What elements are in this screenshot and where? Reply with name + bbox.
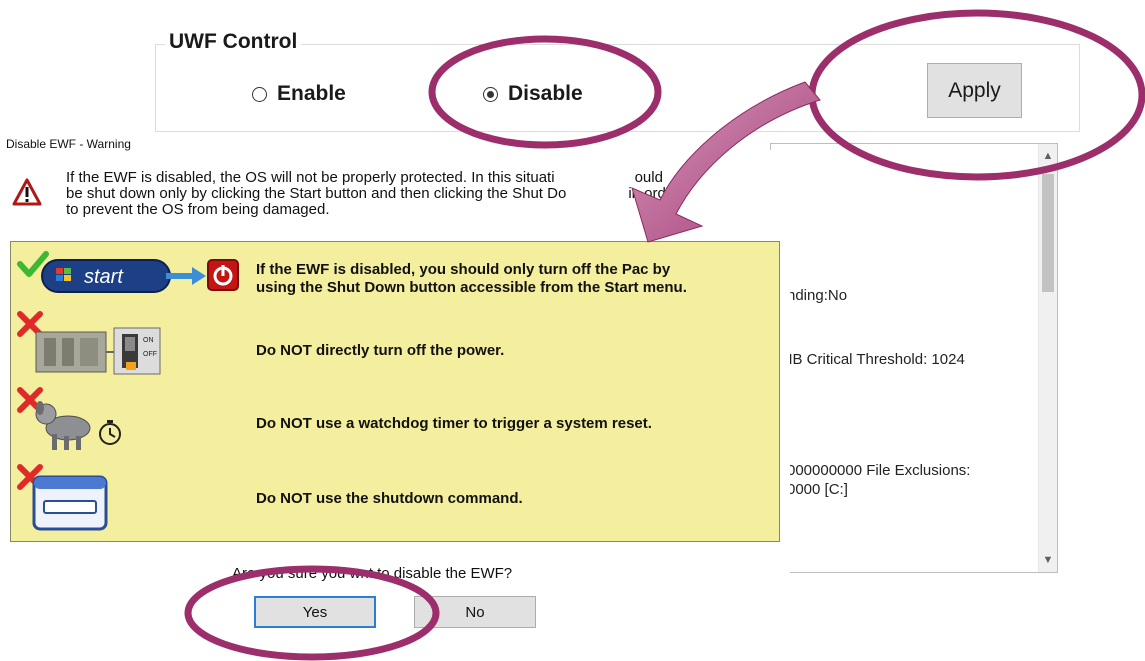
start-label: start xyxy=(84,266,124,288)
shutdown-command-illustration xyxy=(17,464,108,531)
device-icon xyxy=(35,331,107,373)
radio-unchecked-icon xyxy=(252,86,267,102)
instruction-line: using the Shut Down button accessible fr… xyxy=(256,279,687,296)
enable-radio[interactable]: Enable xyxy=(252,82,346,106)
disable-radio-label: Disable xyxy=(508,82,583,105)
start-menu-shutdown-illustration: start xyxy=(17,251,239,293)
warning-icon xyxy=(12,178,42,206)
power-icon xyxy=(207,259,239,291)
dialog-title: Disable EWF - Warning xyxy=(6,137,131,151)
warning-line: in order xyxy=(628,185,680,202)
instruction-line: If the EWF is disabled, you should only … xyxy=(256,261,671,278)
confirm-fragment: A xyxy=(232,565,243,582)
x-mark-icon xyxy=(17,311,43,337)
yes-button[interactable]: Yes xyxy=(254,596,376,628)
disable-radio[interactable]: Disable xyxy=(483,82,583,106)
uwf-control-title: UWF Control xyxy=(165,30,302,54)
instruction-shutdown-via-start: If the EWF is disabled, you should only … xyxy=(256,261,687,297)
apply-button[interactable]: Apply xyxy=(927,63,1022,118)
status-line: 0000 [C:] xyxy=(787,481,848,498)
confirm-fragment: re you sure you w xyxy=(242,565,361,582)
warning-line: If the EWF is disabled, the OS will not … xyxy=(66,169,555,186)
no-button[interactable]: No xyxy=(414,596,536,628)
status-line: nding:No xyxy=(787,287,848,304)
watchdog-timer-illustration xyxy=(17,387,121,450)
status-line: 000000000 File Exclusions: xyxy=(787,462,971,479)
confirm-question: Are you sure you wnt to disable the EWF? xyxy=(232,565,512,582)
timer-icon xyxy=(99,420,121,445)
warning-line: ould xyxy=(634,169,663,186)
switch-on-label: ON xyxy=(143,337,154,344)
confirm-fragment: nt to disable the EWF? xyxy=(360,565,513,582)
instruction-no-watchdog: Do NOT use a watchdog timer to trigger a… xyxy=(256,415,652,432)
enable-radio-label: Enable xyxy=(277,82,346,105)
warning-line: to prevent the OS from being damaged. xyxy=(66,201,330,218)
command-window-icon xyxy=(32,475,108,531)
warning-message: If the EWF is disabled, the OS will not … xyxy=(66,170,766,218)
dog-icon xyxy=(35,401,91,450)
arrow-right-icon xyxy=(166,267,206,285)
power-switch-illustration: ON OFF xyxy=(17,311,161,375)
scrollbar-thumb[interactable] xyxy=(1042,174,1054,292)
status-line: MB Critical Threshold: 1024 xyxy=(780,351,965,368)
instruction-no-power-off: Do NOT directly turn off the power. xyxy=(256,342,505,359)
vertical-scrollbar[interactable]: ▲ ▼ xyxy=(1038,144,1057,572)
chevron-down-icon[interactable]: ▼ xyxy=(1039,554,1057,566)
radio-checked-icon xyxy=(483,86,498,102)
instruction-no-shutdown-command: Do NOT use the shutdown command. xyxy=(256,490,523,507)
switch-off-label: OFF xyxy=(143,351,157,358)
chevron-up-icon[interactable]: ▲ xyxy=(1039,150,1057,162)
warning-line: be shut down only by clicking the Start … xyxy=(66,185,567,202)
